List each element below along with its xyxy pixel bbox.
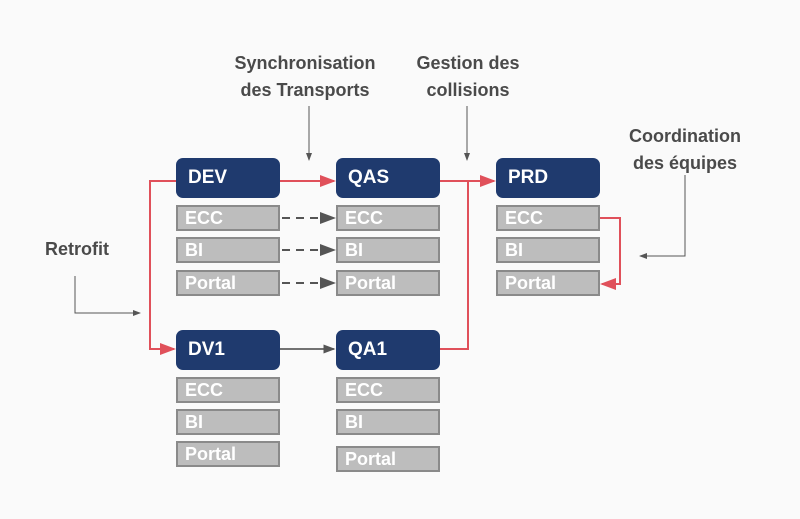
qas-ecc: ECC (336, 205, 440, 231)
collisions-label: Gestion des collisions (416, 53, 520, 100)
retrofit-red-line (149, 180, 176, 355)
qas-bi: BI (336, 237, 440, 263)
prd-bi: BI (496, 237, 600, 263)
landscape-diagram: Synchronisation des Transports Gestion d… (0, 0, 800, 519)
env-prd: PRD (496, 158, 600, 198)
qa1-ecc: ECC (336, 377, 440, 403)
retrofit-label: Retrofit (45, 239, 109, 259)
dev-ecc: ECC (176, 205, 280, 231)
prd-portal: Portal (496, 270, 600, 296)
dev-bi: BI (176, 237, 280, 263)
coordination-label: Coordination des équipes (629, 126, 741, 173)
env-dv1: DV1 (176, 330, 280, 370)
dv1-portal: Portal (176, 441, 280, 467)
retrofit-pointer-arrow (74, 276, 141, 316)
qas-portal: Portal (336, 270, 440, 296)
env-qa1: QA1 (336, 330, 440, 370)
prd-ecc: ECC (496, 205, 600, 231)
env-dev: DEV (176, 158, 280, 198)
dv1-bi: BI (176, 409, 280, 435)
dv1-ecc: ECC (176, 377, 280, 403)
qa1-bi: BI (336, 409, 440, 435)
env-qas: QAS (336, 158, 440, 198)
coordination-pointer-arrow (639, 175, 686, 259)
qa1-prd-line (440, 181, 469, 350)
sync-label: Synchronisation des Transports (234, 53, 376, 100)
dev-portal: Portal (176, 270, 280, 296)
prd-ecc-portal-arrow (600, 217, 621, 290)
qa1-portal: Portal (336, 446, 440, 472)
